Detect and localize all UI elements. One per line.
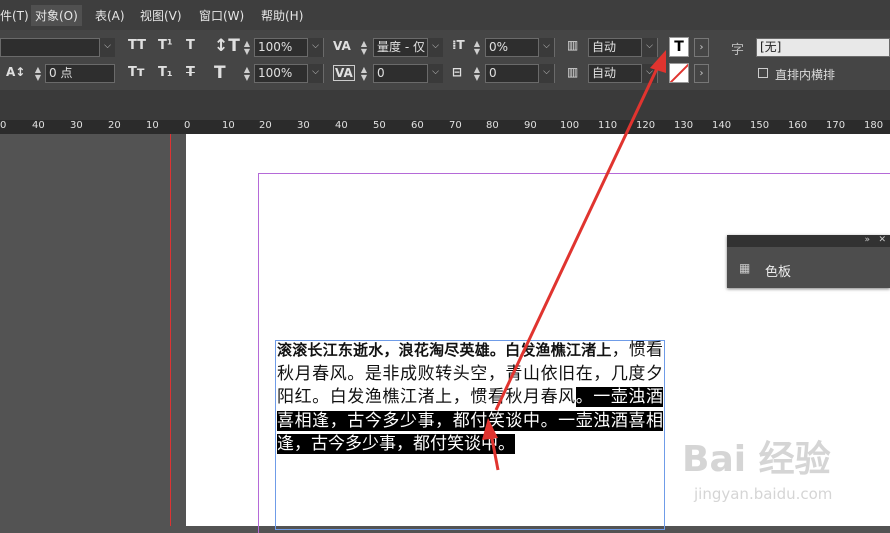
baseline-spinner[interactable]: ▲ ▼ bbox=[32, 66, 44, 85]
leading-spinner[interactable]: ▲ ▼ bbox=[241, 40, 253, 59]
skew-icon: ⁞T bbox=[452, 38, 465, 52]
all-caps-icon[interactable]: TT bbox=[128, 38, 146, 53]
menu-item-object[interactable]: 对象(O) bbox=[31, 5, 82, 26]
text-frame-content[interactable]: 滚滚长江东逝水，浪花淘尽英雄。白发渔樵江渚上，惯看秋月春风。是非成败转头空，青山… bbox=[277, 339, 664, 457]
menu-bar: 件(T) 对象(O) 表(A) 视图(V) 窗口(W) 帮助(H) bbox=[0, 0, 890, 30]
scale-dropdown-icon[interactable]: ⌵ bbox=[307, 64, 323, 83]
swatches-panel[interactable]: » ✕ ▦ 色板 bbox=[727, 235, 890, 288]
swatches-panel-label: 色板 bbox=[765, 265, 792, 280]
vertical-in-horizontal-checkbox[interactable] bbox=[758, 68, 768, 78]
superscript-icon[interactable]: T¹ bbox=[158, 38, 173, 53]
horizontal-ruler[interactable]: 0 40 30 20 10 0 10 20 30 40 50 60 70 80 … bbox=[0, 120, 890, 134]
text-run[interactable]: ，惯 bbox=[612, 340, 646, 360]
close-icon[interactable]: ✕ bbox=[878, 235, 886, 245]
baidu-watermark: Bai 经验 bbox=[682, 439, 831, 480]
stroke-arrow-button[interactable]: › bbox=[694, 64, 709, 83]
ruler-label: 10 bbox=[222, 120, 235, 131]
ruler-label: 110 bbox=[598, 120, 618, 131]
bleed-guide bbox=[170, 134, 171, 526]
ruler-label: 80 bbox=[486, 120, 499, 131]
auto-dropdown-icon-1[interactable]: ⌵ bbox=[641, 38, 657, 57]
indent-dropdown-icon[interactable]: ⌵ bbox=[538, 64, 554, 83]
tracking-spinner[interactable]: ▲ ▼ bbox=[358, 66, 370, 85]
menu-item-help[interactable]: 帮助(H) bbox=[261, 7, 303, 24]
stroke-none-icon[interactable] bbox=[669, 63, 689, 83]
kerning-icon: VA bbox=[333, 39, 351, 53]
menu-item-file[interactable]: 件(T) bbox=[0, 7, 29, 24]
baseline-field[interactable]: 0 点 bbox=[45, 64, 115, 83]
ruler-label: 130 bbox=[674, 120, 694, 131]
menu-item-view[interactable]: 视图(V) bbox=[140, 7, 182, 24]
ruler-label: 150 bbox=[750, 120, 770, 131]
small-caps-icon[interactable]: Tт bbox=[128, 65, 144, 80]
scale-spinner[interactable]: ▲ ▼ bbox=[241, 66, 253, 85]
underline-icon[interactable]: T bbox=[186, 38, 195, 53]
horizontal-scale-icon: T bbox=[214, 63, 226, 83]
ruler-label: 160 bbox=[788, 120, 808, 131]
tracking-icon: VA bbox=[333, 65, 355, 81]
align-grid-icon: ▥ bbox=[567, 38, 579, 52]
ruler-label: 170 bbox=[826, 120, 846, 131]
tracking-dropdown-icon[interactable]: ⌵ bbox=[427, 64, 443, 83]
ruler-label: 10 bbox=[146, 120, 159, 131]
ruler-label: 20 bbox=[259, 120, 272, 131]
ruler-label: 40 bbox=[32, 120, 45, 131]
ruler-label: 140 bbox=[712, 120, 732, 131]
indent-spinner[interactable]: ▲ ▼ bbox=[471, 66, 483, 85]
bold-text-run[interactable]: 滚滚长江东逝水，浪花淘尽英雄。白发渔樵江渚上 bbox=[277, 341, 612, 359]
ruler-label: 0 bbox=[0, 120, 7, 131]
font-family-field[interactable] bbox=[0, 38, 115, 57]
ruler-label: 180 bbox=[864, 120, 884, 131]
tab-bar-area bbox=[0, 90, 890, 120]
character-control-panel: ⌵ TT T¹ T ↕T ▲ ▼ 100% ⌵ VA ▲ ▼ 量度 - 仅 ⌵ ⁞T… bbox=[0, 30, 890, 90]
collapse-icon[interactable]: » bbox=[864, 235, 870, 245]
auto-dropdown-icon-2[interactable]: ⌵ bbox=[641, 64, 657, 83]
leading-dropdown-icon[interactable]: ⌵ bbox=[307, 38, 323, 57]
vertical-in-horizontal-label: 直排内横排 bbox=[775, 68, 836, 82]
align-grid-icon-2: ▥ bbox=[567, 65, 579, 79]
ruler-label: 0 bbox=[184, 120, 191, 131]
ruler-label: 40 bbox=[335, 120, 348, 131]
skew-dropdown-icon[interactable]: ⌵ bbox=[538, 38, 554, 57]
baidu-watermark-url: jingyan.baidu.com bbox=[694, 485, 833, 503]
ruler-label: 30 bbox=[70, 120, 83, 131]
ruler-label: 70 bbox=[449, 120, 462, 131]
fill-arrow-button[interactable]: › bbox=[694, 38, 709, 57]
ruler-label: 50 bbox=[373, 120, 386, 131]
character-style-field[interactable]: [无] bbox=[756, 38, 890, 57]
character-style-label: 字 bbox=[731, 43, 745, 58]
subscript-icon[interactable]: T₁ bbox=[158, 65, 173, 80]
leading-icon: ↕T bbox=[214, 36, 240, 56]
indent-icon: ⊟ bbox=[452, 65, 463, 79]
font-family-dropdown-icon[interactable]: ⌵ bbox=[99, 38, 115, 57]
panel-title-bar[interactable]: » ✕ bbox=[727, 235, 890, 247]
ruler-label: 20 bbox=[108, 120, 121, 131]
baseline-shift-icon: A↕ bbox=[6, 65, 26, 79]
ruler-label: 60 bbox=[411, 120, 424, 131]
ruler-label: 120 bbox=[636, 120, 656, 131]
menu-item-table[interactable]: 表(A) bbox=[95, 7, 125, 24]
strikethrough-icon[interactable]: T bbox=[186, 65, 195, 80]
skew-spinner[interactable]: ▲ ▼ bbox=[471, 40, 483, 59]
ruler-label: 30 bbox=[297, 120, 310, 131]
menu-item-window[interactable]: 窗口(W) bbox=[199, 7, 244, 24]
kerning-spinner[interactable]: ▲ ▼ bbox=[358, 40, 370, 59]
swatches-icon: ▦ bbox=[739, 261, 751, 275]
ruler-label: 100 bbox=[560, 120, 580, 131]
text-fill-icon[interactable]: T bbox=[669, 37, 689, 57]
kerning-dropdown-icon[interactable]: ⌵ bbox=[427, 38, 443, 57]
ruler-label: 90 bbox=[524, 120, 537, 131]
